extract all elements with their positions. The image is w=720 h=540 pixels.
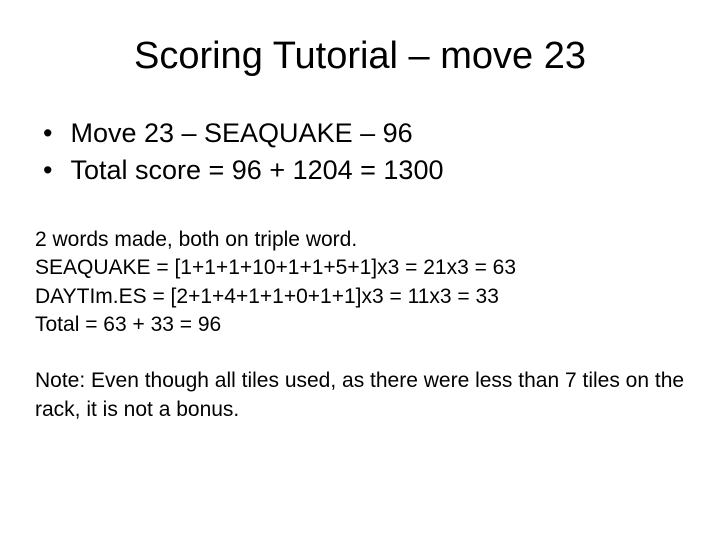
list-item: • Total score = 96 + 1204 = 1300 [35,155,690,186]
note-block: Note: Even though all tiles used, as the… [35,367,690,424]
detail-line: Total = 63 + 33 = 96 [35,311,690,339]
note-text: Note: Even though all tiles used, as the… [35,367,690,424]
slide-title: Scoring Tutorial – move 23 [30,35,690,78]
detail-line: DAYTIm.ES = [2+1+4+1+1+0+1+1]x3 = 11x3 =… [35,283,690,311]
detail-line: 2 words made, both on triple word. [35,226,690,254]
detail-block: 2 words made, both on triple word. SEAQU… [35,226,690,339]
bullet-text: Total score = 96 + 1204 = 1300 [70,155,443,186]
bullet-text: Move 23 – SEAQUAKE – 96 [70,118,412,149]
bullet-list: • Move 23 – SEAQUAKE – 96 • Total score … [35,118,690,186]
bullet-dot-icon: • [43,155,52,186]
bullet-dot-icon: • [43,118,52,149]
detail-line: SEAQUAKE = [1+1+1+10+1+1+5+1]x3 = 21x3 =… [35,254,690,282]
list-item: • Move 23 – SEAQUAKE – 96 [35,118,690,149]
